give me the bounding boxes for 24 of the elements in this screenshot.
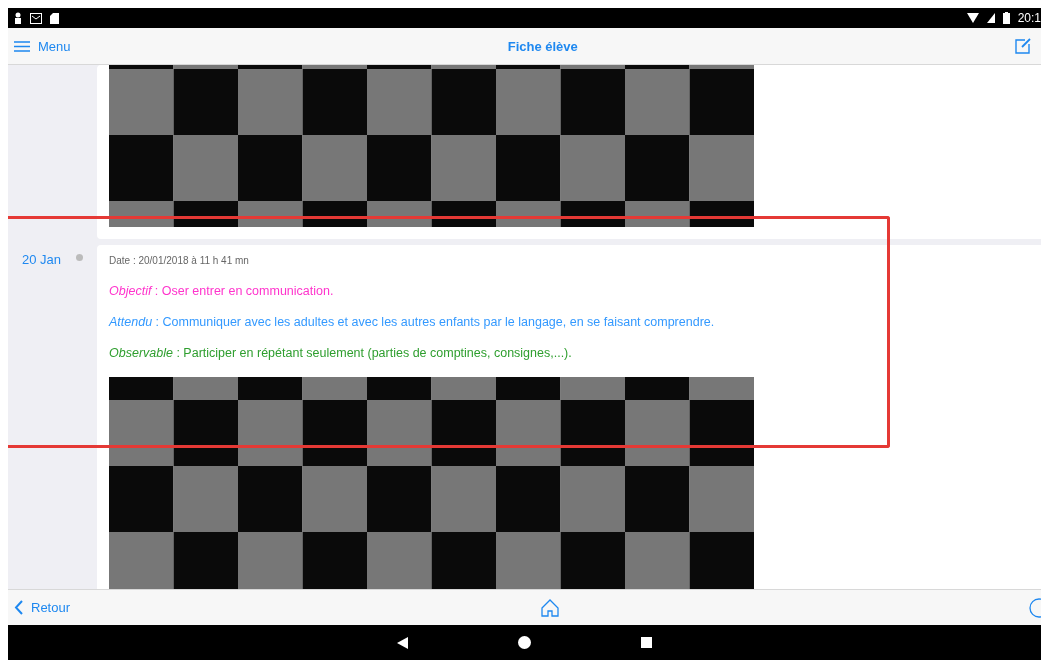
- entry-note: Attendu : Communiquer avec les adultes et avec les autres enfants par le langage, en se faisant comprendre.: [109, 315, 716, 329]
- menu-button[interactable]: Menu: [14, 38, 71, 54]
- entry-date: 20 Jan: [22, 252, 62, 269]
- notification-icon: [14, 12, 22, 24]
- edit-icon: [1015, 38, 1031, 54]
- signal-icon: [986, 13, 995, 23]
- sd-card-icon: [50, 12, 59, 24]
- home-icon: [539, 598, 560, 617]
- entry-note: Observable : Participer en répétant seulement (parties de comptines, consignes,...).: [109, 346, 573, 360]
- home-nav-icon[interactable]: [518, 636, 531, 649]
- page-title: Fiche élève: [507, 38, 578, 54]
- wifi-icon: [966, 13, 979, 23]
- chevron-left-icon: [14, 600, 23, 615]
- entry-note: Objectif : Oser entrer en communication.: [109, 284, 335, 298]
- back-nav-icon[interactable]: [397, 636, 408, 649]
- home-button[interactable]: [539, 598, 560, 617]
- battery-icon: [1002, 12, 1010, 24]
- timeline-dot: [76, 254, 83, 261]
- menu-icon: [14, 40, 30, 52]
- mail-icon: [30, 12, 42, 24]
- clock-time: 20:1: [1017, 11, 1041, 25]
- back-button[interactable]: Retour: [14, 600, 71, 615]
- entry-timestamp: Date : 20/01/2018 à 11 h 41 mn: [109, 255, 250, 266]
- edit-button[interactable]: [1015, 38, 1031, 54]
